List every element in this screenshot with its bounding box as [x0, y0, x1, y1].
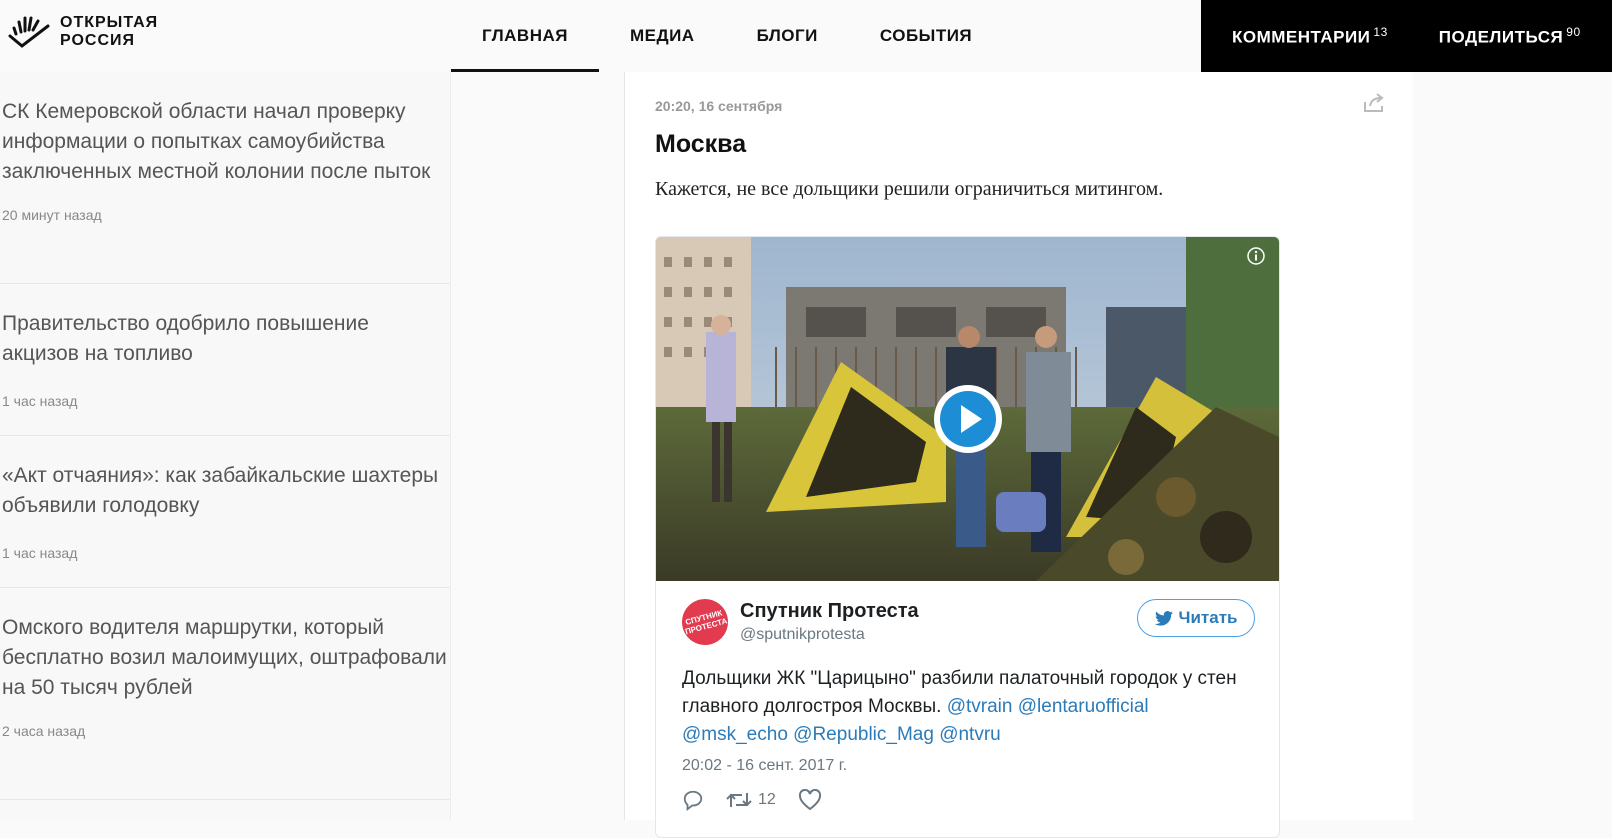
header-actions: КОММЕНТАРИИ 13 ПОДЕЛИТЬСЯ 90 [1201, 0, 1612, 72]
logo-icon [8, 16, 50, 48]
retweet-button[interactable]: 12 [726, 789, 776, 811]
mention-link[interactable]: @ntvru [939, 724, 1001, 745]
news-item[interactable]: Правительство одобрило повышение акцизов… [0, 284, 450, 436]
news-title[interactable]: Правительство одобрило повышение акцизов… [2, 309, 450, 369]
tweet-date[interactable]: 20:02 - 16 сент. 2017 г. [682, 757, 847, 775]
nav-media[interactable]: МЕДИА [599, 0, 726, 72]
retweet-icon [726, 793, 752, 807]
spacer-column [451, 72, 625, 820]
info-icon[interactable] [1247, 247, 1265, 265]
like-icon [798, 789, 821, 811]
right-column [1413, 72, 1612, 820]
news-time: 20 минут назад [2, 207, 102, 223]
author-handle[interactable]: @sputnikprotesta [740, 626, 919, 644]
twitter-bird-icon [1154, 610, 1173, 626]
mention-link[interactable]: @Republic_Mag [793, 724, 934, 745]
news-item[interactable]: Омского водителя маршрутки, который бесп… [0, 588, 450, 800]
reply-icon [683, 790, 703, 811]
tweet-video[interactable] [656, 237, 1279, 581]
site-logo[interactable]: ОТКРЫТАЯ РОССИЯ [6, 14, 158, 50]
like-button[interactable] [798, 789, 822, 811]
logo-line-2: РОССИЯ [60, 32, 136, 49]
comments-button[interactable]: КОММЕНТАРИИ 13 [1232, 25, 1388, 48]
news-title[interactable]: СК Кемеровской области начал проверку ин… [2, 97, 450, 187]
site-header: ОТКРЫТАЯ РОССИЯ ГЛАВНАЯ МЕДИА БЛОГИ СОБЫ… [0, 0, 1612, 73]
play-icon[interactable] [932, 383, 1004, 455]
comments-label: КОММЕНТАРИИ [1232, 27, 1371, 47]
news-time: 2 часа назад [2, 723, 86, 739]
news-item[interactable]: «Акт отчаяния»: как забайкальские шахтер… [0, 436, 450, 588]
news-time: 1 час назад [2, 545, 78, 561]
nav-home[interactable]: ГЛАВНАЯ [451, 0, 599, 72]
news-title[interactable]: Омского водителя маршрутки, который бесп… [2, 613, 450, 703]
follow-label: Читать [1178, 608, 1238, 627]
live-post: 20:20, 16 сентября Москва Кажется, не вс… [624, 72, 1415, 838]
post-title: Москва [655, 130, 747, 158]
post-time: 20:20, 16 сентября [655, 98, 783, 114]
news-title[interactable]: «Акт отчаяния»: как забайкальские шахтер… [2, 461, 450, 521]
mention-link[interactable]: @tvrain [947, 696, 1013, 717]
nav-blogs[interactable]: БЛОГИ [726, 0, 849, 72]
tweet-author[interactable]: СПУТНИК ПРОТЕСТА Спутник Протеста @sputn… [676, 593, 919, 651]
tweet-text: Дольщики ЖК "Царицыно" разбили палаточны… [682, 665, 1252, 749]
news-item[interactable]: СК Кемеровской области начал проверку ин… [0, 72, 450, 284]
mention-link[interactable]: @msk_echo [682, 724, 788, 745]
avatar[interactable]: СПУТНИК ПРОТЕСТА [676, 593, 734, 651]
tweet-embed: СПУТНИК ПРОТЕСТА Спутник Протеста @sputn… [655, 236, 1280, 838]
share-icon[interactable] [1362, 92, 1386, 114]
main-nav: ГЛАВНАЯ МЕДИА БЛОГИ СОБЫТИЯ [451, 0, 1003, 72]
reply-button[interactable] [682, 789, 704, 811]
mention-link[interactable]: @lentaruofficial [1018, 696, 1149, 717]
news-feed: СК Кемеровской области начал проверку ин… [0, 72, 451, 820]
nav-events[interactable]: СОБЫТИЯ [849, 0, 1003, 72]
share-button[interactable]: ПОДЕЛИТЬСЯ 90 [1439, 25, 1581, 48]
share-label: ПОДЕЛИТЬСЯ [1438, 27, 1564, 47]
follow-button[interactable]: Читать [1137, 599, 1255, 637]
share-count: 90 [1566, 24, 1581, 39]
tweet-actions: 12 [682, 789, 822, 811]
author-name[interactable]: Спутник Протеста [740, 600, 919, 623]
logo-line-1: ОТКРЫТАЯ [60, 14, 159, 31]
comments-count: 13 [1373, 24, 1388, 39]
news-time: 1 час назад [2, 393, 78, 409]
retweet-count: 12 [758, 791, 776, 808]
post-text: Кажется, не все дольщики решили ограничи… [655, 178, 1164, 200]
